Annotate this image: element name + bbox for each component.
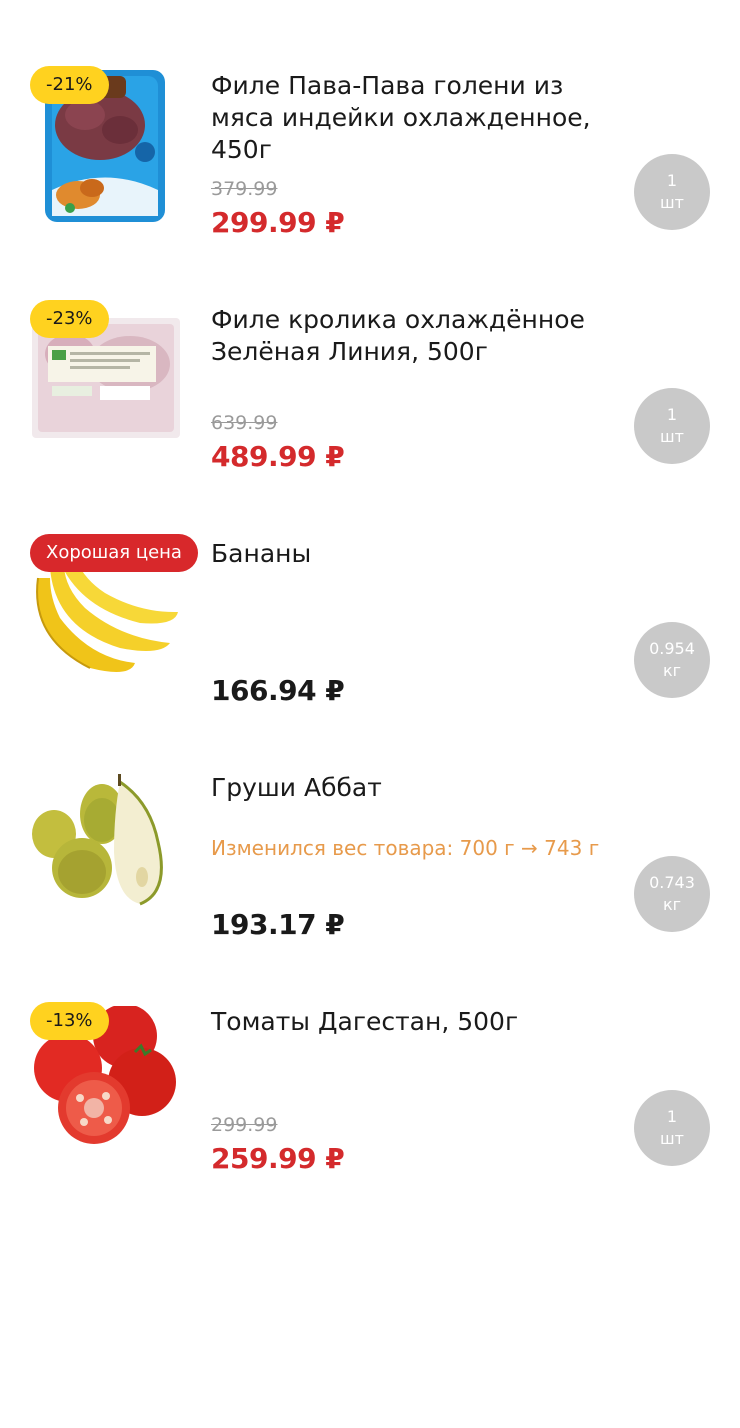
product-item-bananas[interactable]: Хорошая цена Бананы 166.94 ₽ 0.954 кг <box>0 534 740 758</box>
product-item-rabbit[interactable]: -23% Филе кролика охлаждённое Зелёная Ли… <box>0 300 740 524</box>
quantity-button[interactable]: 1 шт <box>634 388 710 464</box>
product-title[interactable]: Филе кролика охлаждённое Зелёная Линия, … <box>211 304 631 368</box>
quantity-button[interactable]: 1 шт <box>634 154 710 230</box>
quantity-unit: шт <box>660 1129 684 1148</box>
product-title[interactable]: Бананы <box>211 538 631 570</box>
discount-badge: -23% <box>30 300 109 338</box>
current-price: 259.99 ₽ <box>211 1142 345 1175</box>
quantity-value: 0.743 <box>649 873 695 892</box>
quantity-button[interactable]: 1 шт <box>634 1090 710 1166</box>
quantity-unit: кг <box>662 895 682 914</box>
pears-image[interactable] <box>30 772 180 932</box>
current-price: 489.99 ₽ <box>211 440 345 473</box>
product-title[interactable]: Томаты Дагестан, 500г <box>211 1006 631 1038</box>
quantity-button[interactable]: 0.743 кг <box>634 856 710 932</box>
quantity-unit: шт <box>660 193 684 212</box>
current-price: 193.17 ₽ <box>211 908 345 941</box>
current-price: 166.94 ₽ <box>211 674 345 707</box>
old-price: 639.99 <box>211 412 278 434</box>
discount-badge: -21% <box>30 66 109 104</box>
product-title[interactable]: Груши Аббат <box>211 772 631 804</box>
quantity-unit: кг <box>662 661 682 680</box>
old-price: 299.99 <box>211 1114 278 1136</box>
quantity-button[interactable]: 0.954 кг <box>634 622 710 698</box>
quantity-unit: шт <box>660 427 684 446</box>
old-price: 379.99 <box>211 178 278 200</box>
product-item-pears[interactable]: Груши Аббат Изменился вес товара: 700 г … <box>0 772 740 992</box>
product-title[interactable]: Филе Пава-Пава голени из мяса индейки ох… <box>211 70 631 166</box>
product-item-turkey[interactable]: -21% Филе Пава-Пава голени из мяса индей… <box>0 66 740 290</box>
current-price: 299.99 ₽ <box>211 206 345 239</box>
quantity-value: 1 <box>666 1107 678 1126</box>
quantity-value: 0.954 <box>649 639 695 658</box>
good-price-badge: Хорошая цена <box>30 534 198 572</box>
product-item-tomatoes[interactable]: -13% Томаты Дагестан, 500г 299.99 259.99… <box>0 1002 740 1226</box>
quantity-value: 1 <box>666 171 678 190</box>
quantity-value: 1 <box>666 405 678 424</box>
discount-badge: -13% <box>30 1002 109 1040</box>
weight-change-note: Изменился вес товара: 700 г → 743 г <box>211 836 600 860</box>
